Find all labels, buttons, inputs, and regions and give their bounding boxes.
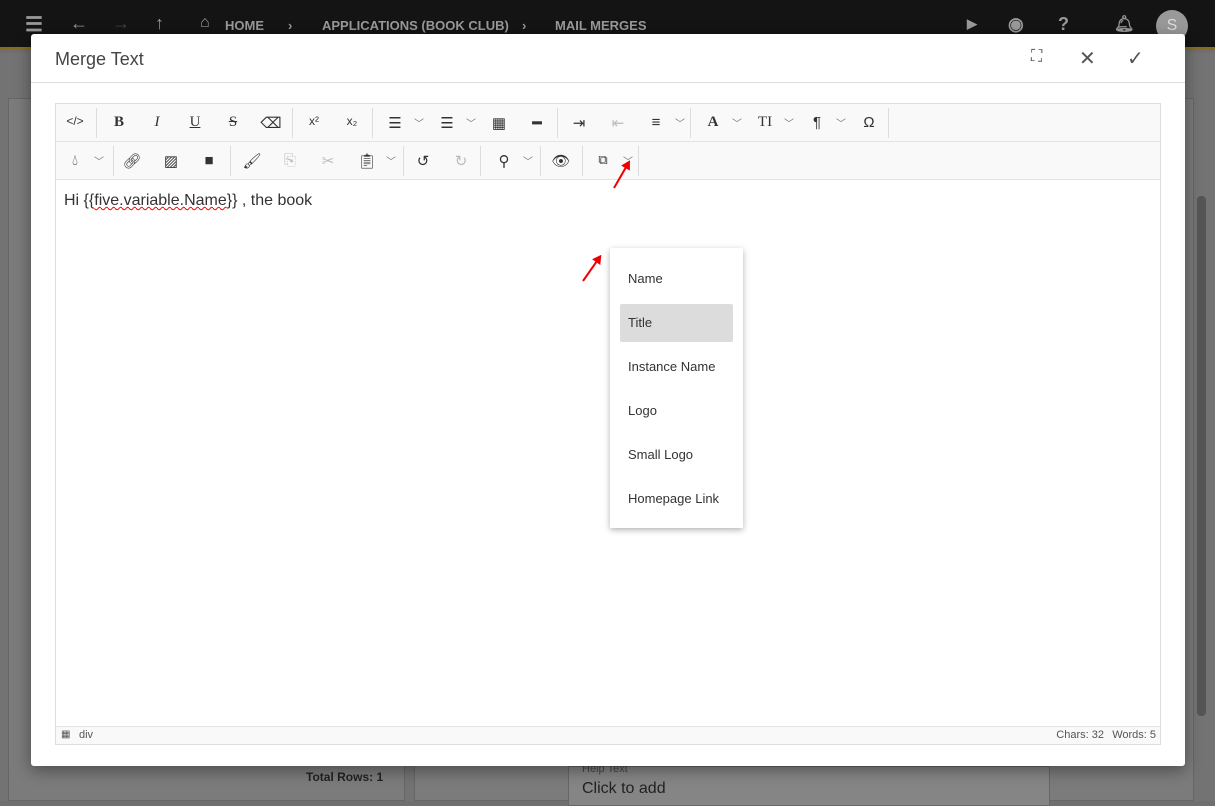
divider <box>888 108 889 138</box>
chevron-down-icon[interactable]: ﹀ <box>836 115 846 130</box>
divider <box>582 146 583 176</box>
word-count: Words: 5 <box>1112 729 1156 741</box>
merge-text-dialog: Merge Text ⛶ ✕ ✓ </> B I U S ⌫ x² x₂ ☰ ﹀ … <box>31 34 1185 766</box>
merge-option-name[interactable]: Name <box>620 260 733 298</box>
divider <box>113 146 114 176</box>
numbered-list-icon[interactable]: ☰ <box>435 114 459 132</box>
home-icon[interactable]: ⌂ <box>200 14 210 32</box>
merge-option-small-logo[interactable]: Small Logo <box>620 436 733 474</box>
divider <box>403 146 404 176</box>
indent-icon[interactable]: ⇥ <box>567 114 591 132</box>
divider <box>638 146 639 176</box>
rich-text-editor: </> B I U S ⌫ x² x₂ ☰ ﹀ ☰ ﹀ ▦ ━ ⇥ ⇤ ≡ ﹀ A ﹀ … <box>55 103 1161 745</box>
chevron-down-icon[interactable]: ﹀ <box>523 153 533 168</box>
copy-icon[interactable]: ⎘ <box>278 152 302 169</box>
confirm-check-icon[interactable]: ✓ <box>1127 46 1144 71</box>
chevron-down-icon[interactable]: ﹀ <box>94 153 104 168</box>
fullscreen-icon[interactable]: ⛶ <box>1031 48 1042 66</box>
divider <box>372 108 373 138</box>
toolbar-row-2: 💧︎﹀ 🔗︎ ▨ ■ 🖌︎ ⎘ ✂ 📋︎﹀ ↺ ↻ ⚲﹀ 👁︎ ⧉﹀ <box>56 142 1160 180</box>
back-icon[interactable]: ← <box>70 13 88 34</box>
forward-icon[interactable]: → <box>112 13 130 34</box>
up-icon[interactable]: ↑ <box>155 13 164 34</box>
total-rows: Total Rows: 1 <box>306 770 384 784</box>
undo-icon[interactable]: ↺ <box>411 152 435 170</box>
strikethrough-icon[interactable]: S <box>221 114 245 131</box>
underline-icon[interactable]: U <box>183 114 207 131</box>
code-view-icon[interactable]: </> <box>63 114 87 128</box>
link-icon[interactable]: 🔗︎ <box>120 152 144 170</box>
help-icon[interactable]: ? <box>1058 14 1069 35</box>
merge-option-logo[interactable]: Logo <box>620 392 733 430</box>
content-suffix: }} , the book <box>226 192 313 209</box>
chevron-down-icon[interactable]: ﹀ <box>732 115 742 130</box>
font-icon[interactable]: A <box>701 114 725 131</box>
chevron-down-icon[interactable]: ﹀ <box>466 115 476 130</box>
breadcrumb-applications[interactable]: APPLICATIONS (BOOK CLUB) <box>322 18 509 33</box>
divider <box>292 108 293 138</box>
bulleted-list-icon[interactable]: ☰ <box>383 114 407 132</box>
video-icon[interactable]: ■ <box>197 152 221 169</box>
font-size-icon[interactable]: TI <box>753 114 777 131</box>
chevron-down-icon[interactable]: ﹀ <box>784 115 794 130</box>
dialog-title: Merge Text <box>55 49 144 69</box>
chevron-down-icon[interactable]: ﹀ <box>675 115 685 130</box>
merge-option-title[interactable]: Title <box>620 304 733 342</box>
char-count: Chars: 32 <box>1056 729 1104 741</box>
color-drop-icon[interactable]: 💧︎ <box>63 152 87 169</box>
cut-scissors-icon[interactable]: ✂ <box>316 152 340 170</box>
divider <box>557 108 558 138</box>
breadcrumb-mail-merges[interactable]: MAIL MERGES <box>555 18 647 33</box>
preview-eye-icon[interactable]: 👁︎ <box>549 152 573 170</box>
close-icon[interactable]: ✕ <box>1079 46 1096 71</box>
help-text-value[interactable]: Click to add <box>582 780 666 798</box>
outdent-icon[interactable]: ⇤ <box>606 114 630 132</box>
subscript-icon[interactable]: x₂ <box>340 114 364 128</box>
toolbar-row-1: </> B I U S ⌫ x² x₂ ☰ ﹀ ☰ ﹀ ▦ ━ ⇥ ⇤ ≡ ﹀ A ﹀ … <box>56 104 1160 142</box>
chevron-down-icon[interactable]: ﹀ <box>386 153 396 168</box>
merge-variable: five.variable.Name <box>94 192 227 209</box>
play-icon[interactable]: ▶ <box>967 16 977 32</box>
divider <box>690 108 691 138</box>
horizontal-line-icon[interactable]: ━ <box>525 114 549 132</box>
paste-icon[interactable]: 📋︎ <box>355 152 379 170</box>
dialog-header-divider <box>31 82 1185 83</box>
divider <box>480 146 481 176</box>
merge-option-homepage-link[interactable]: Homepage Link <box>620 480 733 518</box>
image-icon[interactable]: ▨ <box>159 152 183 170</box>
redo-icon[interactable]: ↻ <box>449 152 473 170</box>
run-icon[interactable]: ◉ <box>1008 14 1024 35</box>
format-painter-icon[interactable]: 🖌︎ <box>240 152 264 170</box>
italic-icon[interactable]: I <box>145 114 169 131</box>
editor-status-bar: ▦ div Chars: 32 Words: 5 <box>56 726 1160 744</box>
clear-format-eraser-icon[interactable]: ⌫ <box>259 114 283 132</box>
background-scrollbar[interactable] <box>1197 196 1206 716</box>
table-icon[interactable]: ▦ <box>487 114 511 132</box>
merge-field-icon[interactable]: ⧉ <box>591 152 615 168</box>
breadcrumb-separator: › <box>288 18 293 33</box>
resize-grid-icon: ▦ <box>61 729 71 740</box>
search-icon[interactable]: ⚲ <box>492 152 516 170</box>
chevron-down-icon[interactable]: ﹀ <box>414 115 424 130</box>
divider <box>96 108 97 138</box>
editor-content[interactable]: Hi {{five.variable.Name}} , the book <box>64 192 312 210</box>
align-icon[interactable]: ≡ <box>644 114 668 131</box>
divider <box>230 146 231 176</box>
paragraph-icon[interactable]: ¶ <box>805 114 829 131</box>
breadcrumb-separator: › <box>522 18 527 33</box>
bold-icon[interactable]: B <box>107 114 131 131</box>
breadcrumb-home[interactable]: HOME <box>225 18 264 33</box>
element-path: div <box>79 729 94 741</box>
content-prefix: Hi {{ <box>64 192 95 209</box>
superscript-icon[interactable]: x² <box>302 114 326 128</box>
special-character-omega-icon[interactable]: Ω <box>857 114 881 131</box>
notifications-icon[interactable]: 🔔︎ <box>1114 14 1134 34</box>
divider <box>540 146 541 176</box>
merge-field-dropdown: Name Title Instance Name Logo Small Logo… <box>610 248 743 528</box>
merge-option-instance-name[interactable]: Instance Name <box>620 348 733 386</box>
